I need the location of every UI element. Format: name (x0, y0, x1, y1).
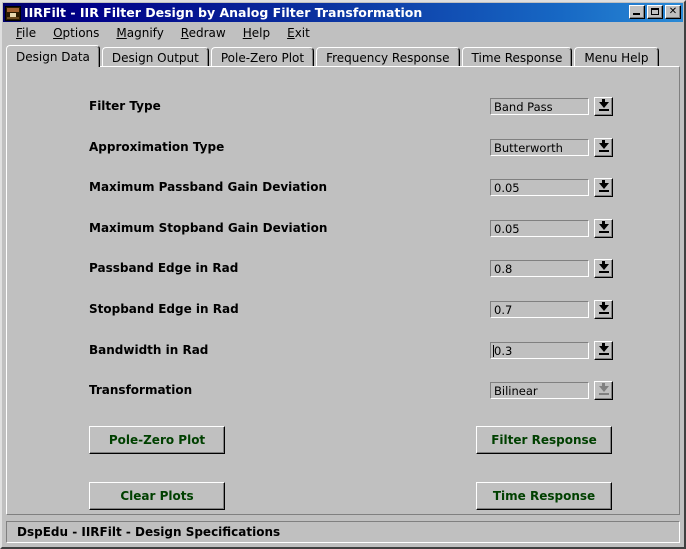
combo-filter-type: Band Pass (490, 97, 613, 117)
tab-menu-help[interactable]: Menu Help (574, 47, 659, 67)
form-row-transformation: Transformation Bilinear (7, 381, 679, 401)
maximize-button[interactable] (647, 5, 663, 19)
label-maximum-passband-gain-deviation: Maximum Passband Gain Deviation (89, 180, 328, 194)
combo-approximation-type: Butterworth (490, 138, 613, 158)
dropdown-arrow-icon-maximum-passband-gain-deviation[interactable] (594, 178, 613, 197)
window-controls: ✕ (629, 5, 681, 19)
label-maximum-stopband-gain-deviation: Maximum Stopband Gain Deviation (89, 221, 328, 235)
combo-maximum-stopband-gain-deviation: 0.05 (490, 219, 613, 239)
menu-item-help[interactable]: Help (237, 24, 281, 42)
tab-time-response[interactable]: Time Response (461, 47, 573, 67)
status-text: DspEdu - IIRFilt - Design Specifications (17, 525, 281, 539)
design-data-panel: Filter Type Band Pass Approximation Type Bu… (6, 66, 680, 515)
form-row-passband-edge-in-rad: Passband Edge in Rad 0.8 (7, 259, 679, 279)
dropdown-arrow-icon-stopband-edge-in-rad[interactable] (594, 300, 613, 319)
dropdown-arrow-icon-maximum-stopband-gain-deviation[interactable] (594, 219, 613, 238)
menu-item-options[interactable]: Options (47, 24, 110, 42)
input-filter-type[interactable]: Band Pass (490, 98, 589, 115)
dropdown-arrow-icon-filter-type[interactable] (594, 97, 613, 116)
combo-maximum-passband-gain-deviation: 0.05 (490, 178, 613, 198)
menu-accel-exit: E (287, 26, 295, 40)
input-stopband-edge-in-rad[interactable]: 0.7 (490, 301, 589, 318)
dropdown-arrow-icon-bandwidth-in-rad[interactable] (594, 341, 613, 360)
title-bar[interactable]: IIRFilt - IIR Filter Design by Analog Fi… (3, 3, 683, 22)
form-row-bandwidth-in-rad: Bandwidth in Rad 0.3 (7, 341, 679, 361)
form-row-stopband-edge-in-rad: Stopband Edge in Rad 0.7 (7, 300, 679, 320)
dropdown-arrow-icon-passband-edge-in-rad[interactable] (594, 259, 613, 278)
close-icon: ✕ (668, 5, 678, 17)
menu-item-exit[interactable]: Exit (281, 24, 321, 42)
menu-label-exit: xit (294, 26, 310, 40)
menu-bar: File Options Magnify Redraw Help Exit (4, 23, 682, 43)
input-passband-edge-in-rad[interactable]: 0.8 (490, 260, 589, 277)
form-row-maximum-stopband-gain-deviation: Maximum Stopband Gain Deviation 0.05 (7, 219, 679, 239)
menu-item-redraw[interactable]: Redraw (175, 24, 237, 42)
filter-response-button[interactable]: Filter Response (476, 426, 612, 454)
menu-accel-options: O (53, 26, 63, 40)
close-button[interactable]: ✕ (665, 5, 681, 19)
menu-label-options: ptions (62, 26, 100, 40)
window-title: IIRFilt - IIR Filter Design by Analog Fi… (24, 5, 423, 20)
menu-label-help: elp (251, 26, 271, 40)
menu-label-magnify: agnify (126, 26, 164, 40)
status-bar: DspEdu - IIRFilt - Design Specifications (6, 521, 680, 543)
menu-label-file: ile (22, 26, 37, 40)
menu-accel-help: H (242, 26, 252, 40)
menu-accel-redraw: R (180, 26, 189, 40)
minimize-button[interactable] (629, 5, 645, 19)
label-approximation-type: Approximation Type (89, 140, 225, 154)
combo-passband-edge-in-rad: 0.8 (490, 259, 613, 279)
input-maximum-passband-gain-deviation[interactable]: 0.05 (490, 179, 589, 196)
input-bandwidth-in-rad[interactable]: 0.3 (490, 342, 589, 359)
input-maximum-stopband-gain-deviation[interactable]: 0.05 (490, 220, 589, 237)
form-row-maximum-passband-gain-deviation: Maximum Passband Gain Deviation 0.05 (7, 178, 679, 198)
pole-zero-plot-button[interactable]: Pole-Zero Plot (89, 426, 225, 454)
application-window: IIRFilt - IIR Filter Design by Analog Fi… (0, 0, 686, 549)
menu-label-redraw: edraw (188, 26, 226, 40)
label-filter-type: Filter Type (89, 99, 161, 113)
input-transformation[interactable]: Bilinear (490, 382, 589, 399)
tab-strip: Design Data Design Output Pole-Zero Plot Fr… (6, 45, 680, 67)
clear-plots-button[interactable]: Clear Plots (89, 482, 225, 510)
form-row-approximation-type: Approximation Type Butterworth (7, 138, 679, 158)
label-passband-edge-in-rad: Passband Edge in Rad (89, 261, 239, 275)
label-bandwidth-in-rad: Bandwidth in Rad (89, 343, 209, 357)
form-row-filter-type: Filter Type Band Pass (7, 97, 679, 117)
dropdown-arrow-icon-transformation (594, 381, 613, 400)
dropdown-arrow-icon-approximation-type[interactable] (594, 138, 613, 157)
tab-design-data[interactable]: Design Data (6, 45, 100, 67)
menu-accel-magnify: M (116, 26, 127, 40)
tab-frequency-response[interactable]: Frequency Response (316, 47, 460, 67)
label-stopband-edge-in-rad: Stopband Edge in Rad (89, 302, 239, 316)
menu-item-magnify[interactable]: Magnify (110, 24, 174, 42)
tab-pole-zero-plot[interactable]: Pole-Zero Plot (210, 47, 315, 67)
combo-stopband-edge-in-rad: 0.7 (490, 300, 613, 320)
app-icon (5, 5, 21, 21)
input-approximation-type[interactable]: Butterworth (490, 139, 589, 156)
time-response-button[interactable]: Time Response (476, 482, 612, 510)
combo-transformation: Bilinear (490, 381, 613, 401)
window-frame: IIRFilt - IIR Filter Design by Analog Fi… (0, 0, 686, 549)
label-transformation: Transformation (89, 383, 193, 397)
tab-design-output[interactable]: Design Output (101, 47, 209, 67)
menu-item-file[interactable]: File (10, 24, 47, 42)
combo-bandwidth-in-rad: 0.3 (490, 341, 613, 361)
